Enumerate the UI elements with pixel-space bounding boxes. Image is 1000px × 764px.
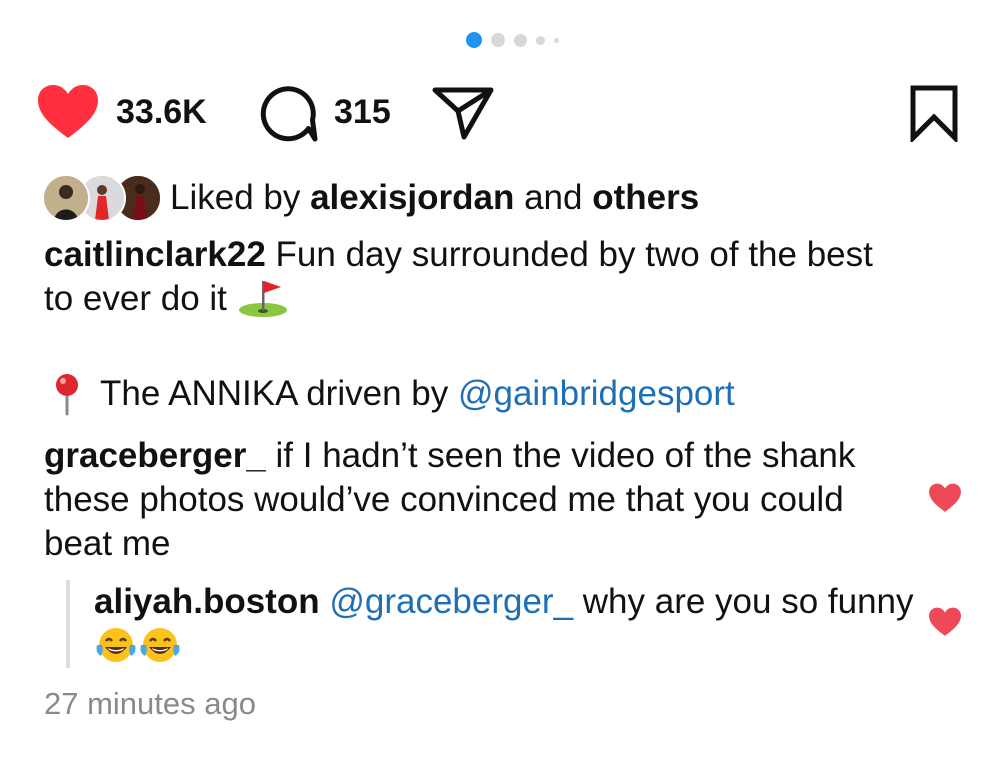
liked-by-others[interactable]: others (592, 178, 699, 217)
comment: graceberger_ if I hadn’t seen the video … (44, 434, 884, 566)
post-timestamp: 27 minutes ago (44, 686, 256, 721)
location-line[interactable]: The ANNIKA driven by @gainbridgesport (44, 372, 904, 416)
round-pushpin-icon (56, 374, 78, 416)
reply-like-heart-icon[interactable] (928, 607, 962, 637)
reply-text: why are you so funny (582, 582, 914, 621)
comment-username[interactable]: graceberger_ (44, 436, 266, 475)
carousel-dot (491, 33, 505, 47)
flag-in-hole-icon (238, 281, 287, 317)
carousel-dot-active (466, 32, 482, 48)
liker-avatars[interactable] (42, 174, 162, 222)
comment-bubble-icon[interactable] (258, 84, 318, 142)
liked-by-user[interactable]: alexisjordan (310, 178, 514, 217)
liked-by-middle: and (514, 178, 593, 217)
carousel-indicator (466, 32, 559, 48)
caption-username[interactable]: caitlinclark22 (44, 235, 266, 274)
liked-by-text[interactable]: Liked by alexisjordan and others (170, 176, 699, 220)
paper-plane-icon[interactable] (432, 84, 494, 140)
liked-by-prefix: Liked by (170, 178, 311, 217)
post-caption: caitlinclark22 Fun day surrounded by two… (44, 233, 904, 321)
avatar (42, 174, 90, 222)
liked-by-row[interactable]: Liked by alexisjordan and others (42, 174, 699, 222)
location-text: The ANNIKA driven by (100, 374, 458, 413)
tears-of-joy-icon (96, 628, 136, 662)
carousel-dot (536, 35, 545, 45)
reply-username[interactable]: aliyah.boston (94, 582, 320, 621)
location-mention[interactable]: @gainbridgesport (458, 374, 735, 413)
comment-like-heart-icon[interactable] (928, 483, 962, 513)
tears-of-joy-icon (140, 628, 180, 662)
reply-mention[interactable]: @graceberger_ (329, 582, 573, 621)
bookmark-icon[interactable] (908, 84, 960, 142)
reply-thread-line (66, 580, 70, 668)
carousel-dot (514, 33, 527, 47)
carousel-dot (554, 37, 559, 43)
like-count[interactable]: 33.6K (116, 92, 207, 132)
comment-count[interactable]: 315 (334, 92, 391, 132)
heart-icon[interactable] (36, 84, 100, 140)
reply-comment: aliyah.boston @graceberger_ why are you … (94, 580, 914, 668)
post-action-bar: 33.6K 315 (36, 80, 960, 144)
